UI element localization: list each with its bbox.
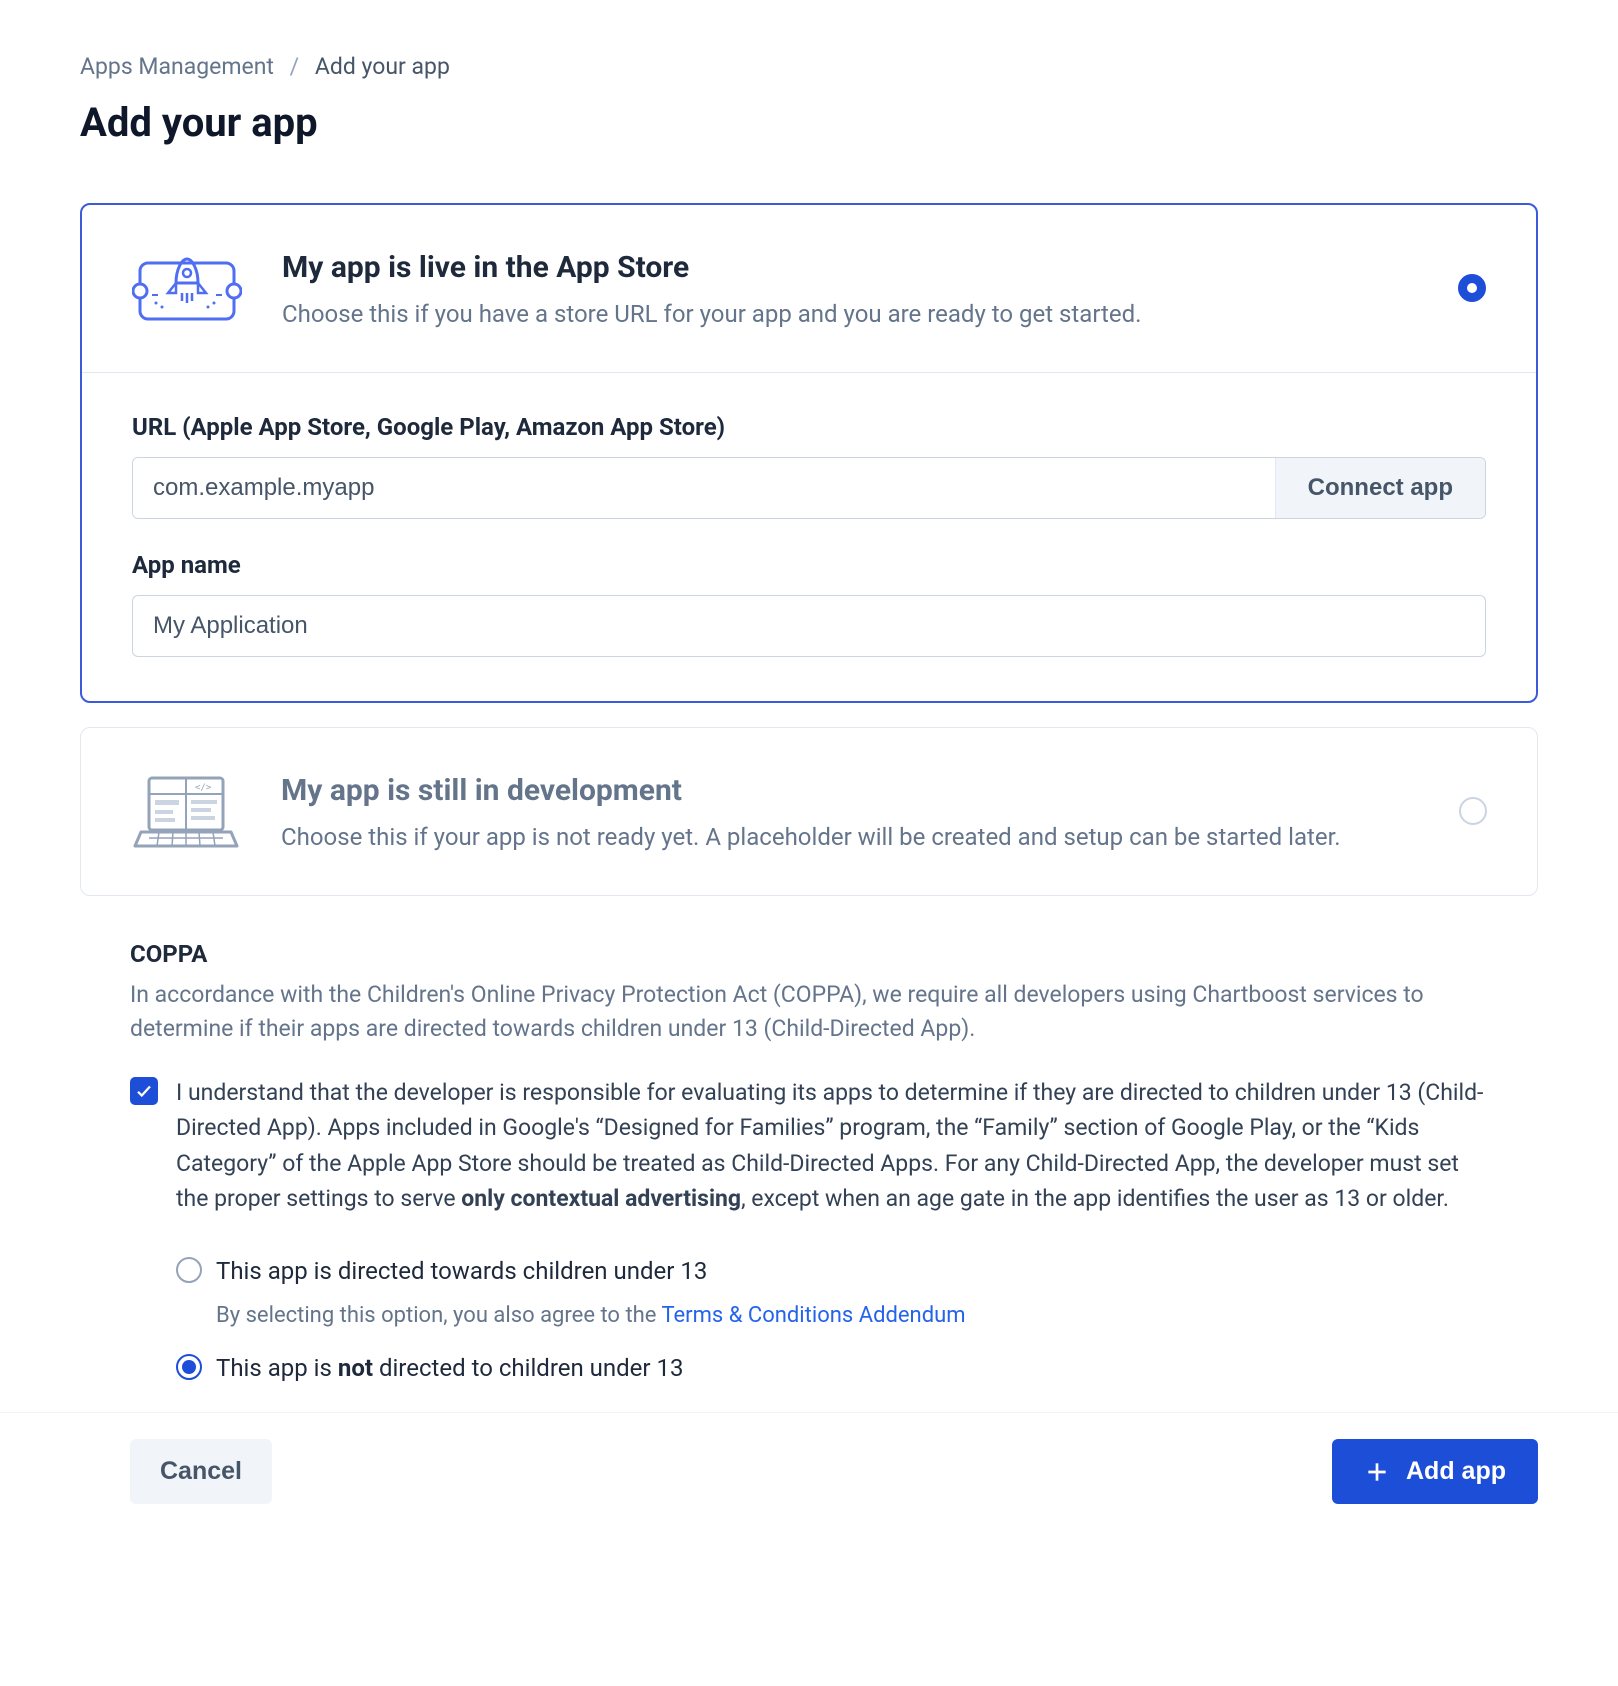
breadcrumb-current: Add your app xyxy=(315,53,450,80)
cancel-button[interactable]: Cancel xyxy=(130,1439,272,1504)
coppa-section: COPPA In accordance with the Children's … xyxy=(80,936,1538,1387)
coppa-intro: In accordance with the Children's Online… xyxy=(130,978,1488,1047)
breadcrumb-parent[interactable]: Apps Management xyxy=(80,53,274,80)
connect-app-button[interactable]: Connect app xyxy=(1275,458,1485,518)
url-label: URL (Apple App Store, Google Play, Amazo… xyxy=(132,409,1486,445)
coppa-ack-text: I understand that the developer is respo… xyxy=(176,1075,1488,1218)
plus-icon xyxy=(1364,1459,1390,1485)
option-live-description: Choose this if you have a store URL for … xyxy=(282,296,1406,332)
coppa-not-directed-label: This app is not directed to children und… xyxy=(216,1350,683,1386)
app-name-label: App name xyxy=(132,547,1486,583)
option-dev-card[interactable]: </> My app is still in development Choos… xyxy=(80,727,1538,896)
add-app-label: Add app xyxy=(1406,1457,1506,1486)
coppa-heading: COPPA xyxy=(130,936,1488,972)
option-live-radio[interactable] xyxy=(1458,274,1486,302)
option-dev-description: Choose this if your app is not ready yet… xyxy=(281,819,1407,855)
rocket-ticket-icon xyxy=(132,249,242,329)
app-name-input[interactable] xyxy=(132,595,1486,657)
terms-addendum-link[interactable]: Terms & Conditions Addendum xyxy=(661,1303,965,1328)
add-app-button[interactable]: Add app xyxy=(1332,1439,1538,1504)
coppa-not-directed-radio[interactable] xyxy=(176,1354,202,1380)
page-title: Add your app xyxy=(80,93,1538,153)
breadcrumb: Apps Management / Add your app xyxy=(80,50,1538,85)
coppa-directed-radio[interactable] xyxy=(176,1257,202,1283)
check-icon xyxy=(135,1082,153,1100)
footer-bar: Cancel Add app xyxy=(0,1412,1618,1540)
option-live-card[interactable]: My app is live in the App Store Choose t… xyxy=(80,203,1538,703)
laptop-code-icon: </> xyxy=(131,772,241,852)
url-input[interactable] xyxy=(133,458,1275,518)
option-dev-radio[interactable] xyxy=(1459,797,1487,825)
option-dev-title: My app is still in development xyxy=(281,768,1407,813)
coppa-directed-label: This app is directed towards children un… xyxy=(216,1253,707,1289)
option-live-title: My app is live in the App Store xyxy=(282,245,1406,290)
coppa-ack-checkbox[interactable] xyxy=(130,1077,158,1105)
svg-text:</>: </> xyxy=(195,783,212,793)
breadcrumb-separator: / xyxy=(290,53,300,80)
coppa-directed-subtext: By selecting this option, you also agree… xyxy=(216,1299,1488,1332)
